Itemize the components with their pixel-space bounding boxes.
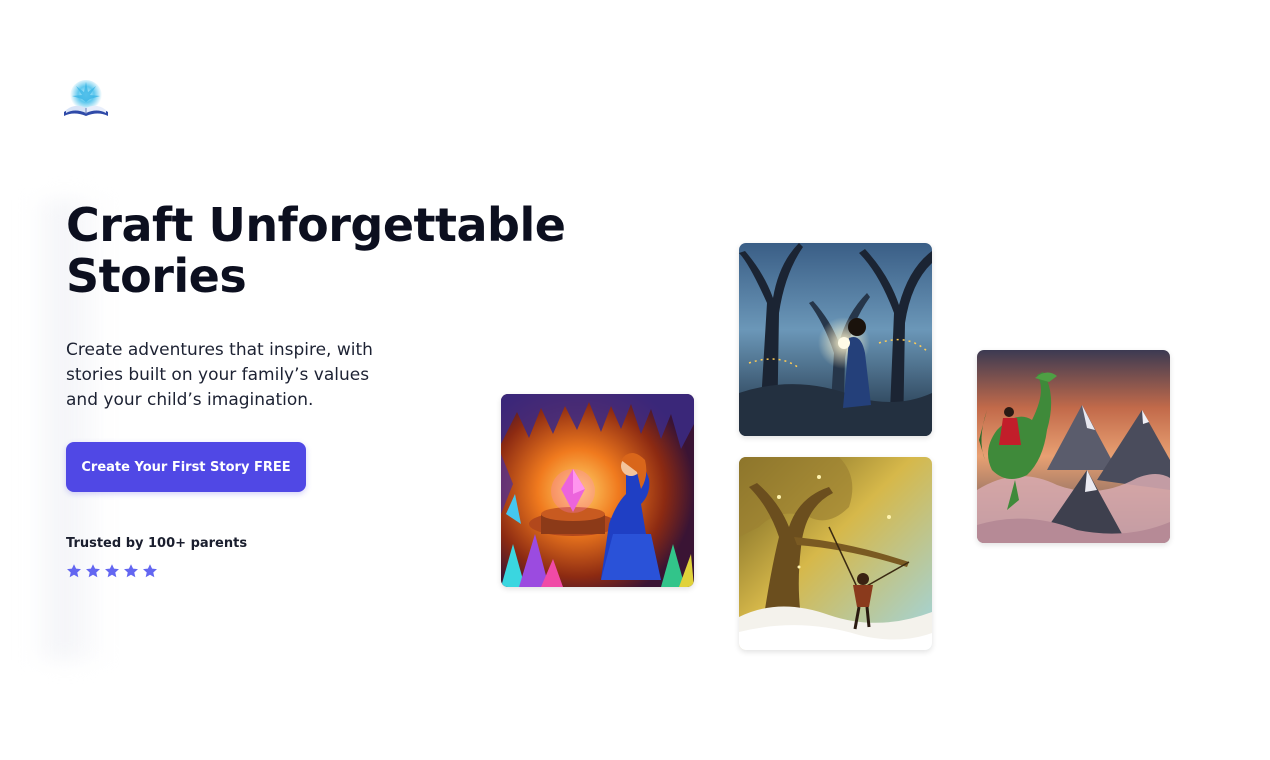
hero-subtitle: Create adventures that inspire, with sto… [66, 340, 373, 410]
hero-title: Craft Unforgettable Stories [66, 200, 626, 302]
star-icon [67, 564, 81, 578]
gallery-image-enchanted-forest [739, 243, 932, 436]
hero-title-line2: Stories [66, 249, 247, 303]
rating-stars [66, 563, 158, 579]
gallery-image-golden-tree-swing [739, 457, 932, 650]
star-icon [143, 564, 157, 578]
trust-text: Trusted by 100+ parents [66, 536, 248, 551]
hero-title-line1: Craft Unforgettable [66, 198, 566, 252]
gallery-image-dragon-mountains [977, 350, 1170, 543]
gallery-image-princess-crystal-cave [501, 394, 694, 587]
star-icon [86, 564, 100, 578]
star-icon [105, 564, 119, 578]
star-icon [124, 564, 138, 578]
create-first-story-button[interactable]: Create Your First Story FREE [66, 442, 306, 492]
logo-icon[interactable] [60, 78, 112, 122]
landing-page: Craft Unforgettable Stories Create adven… [0, 0, 1270, 760]
